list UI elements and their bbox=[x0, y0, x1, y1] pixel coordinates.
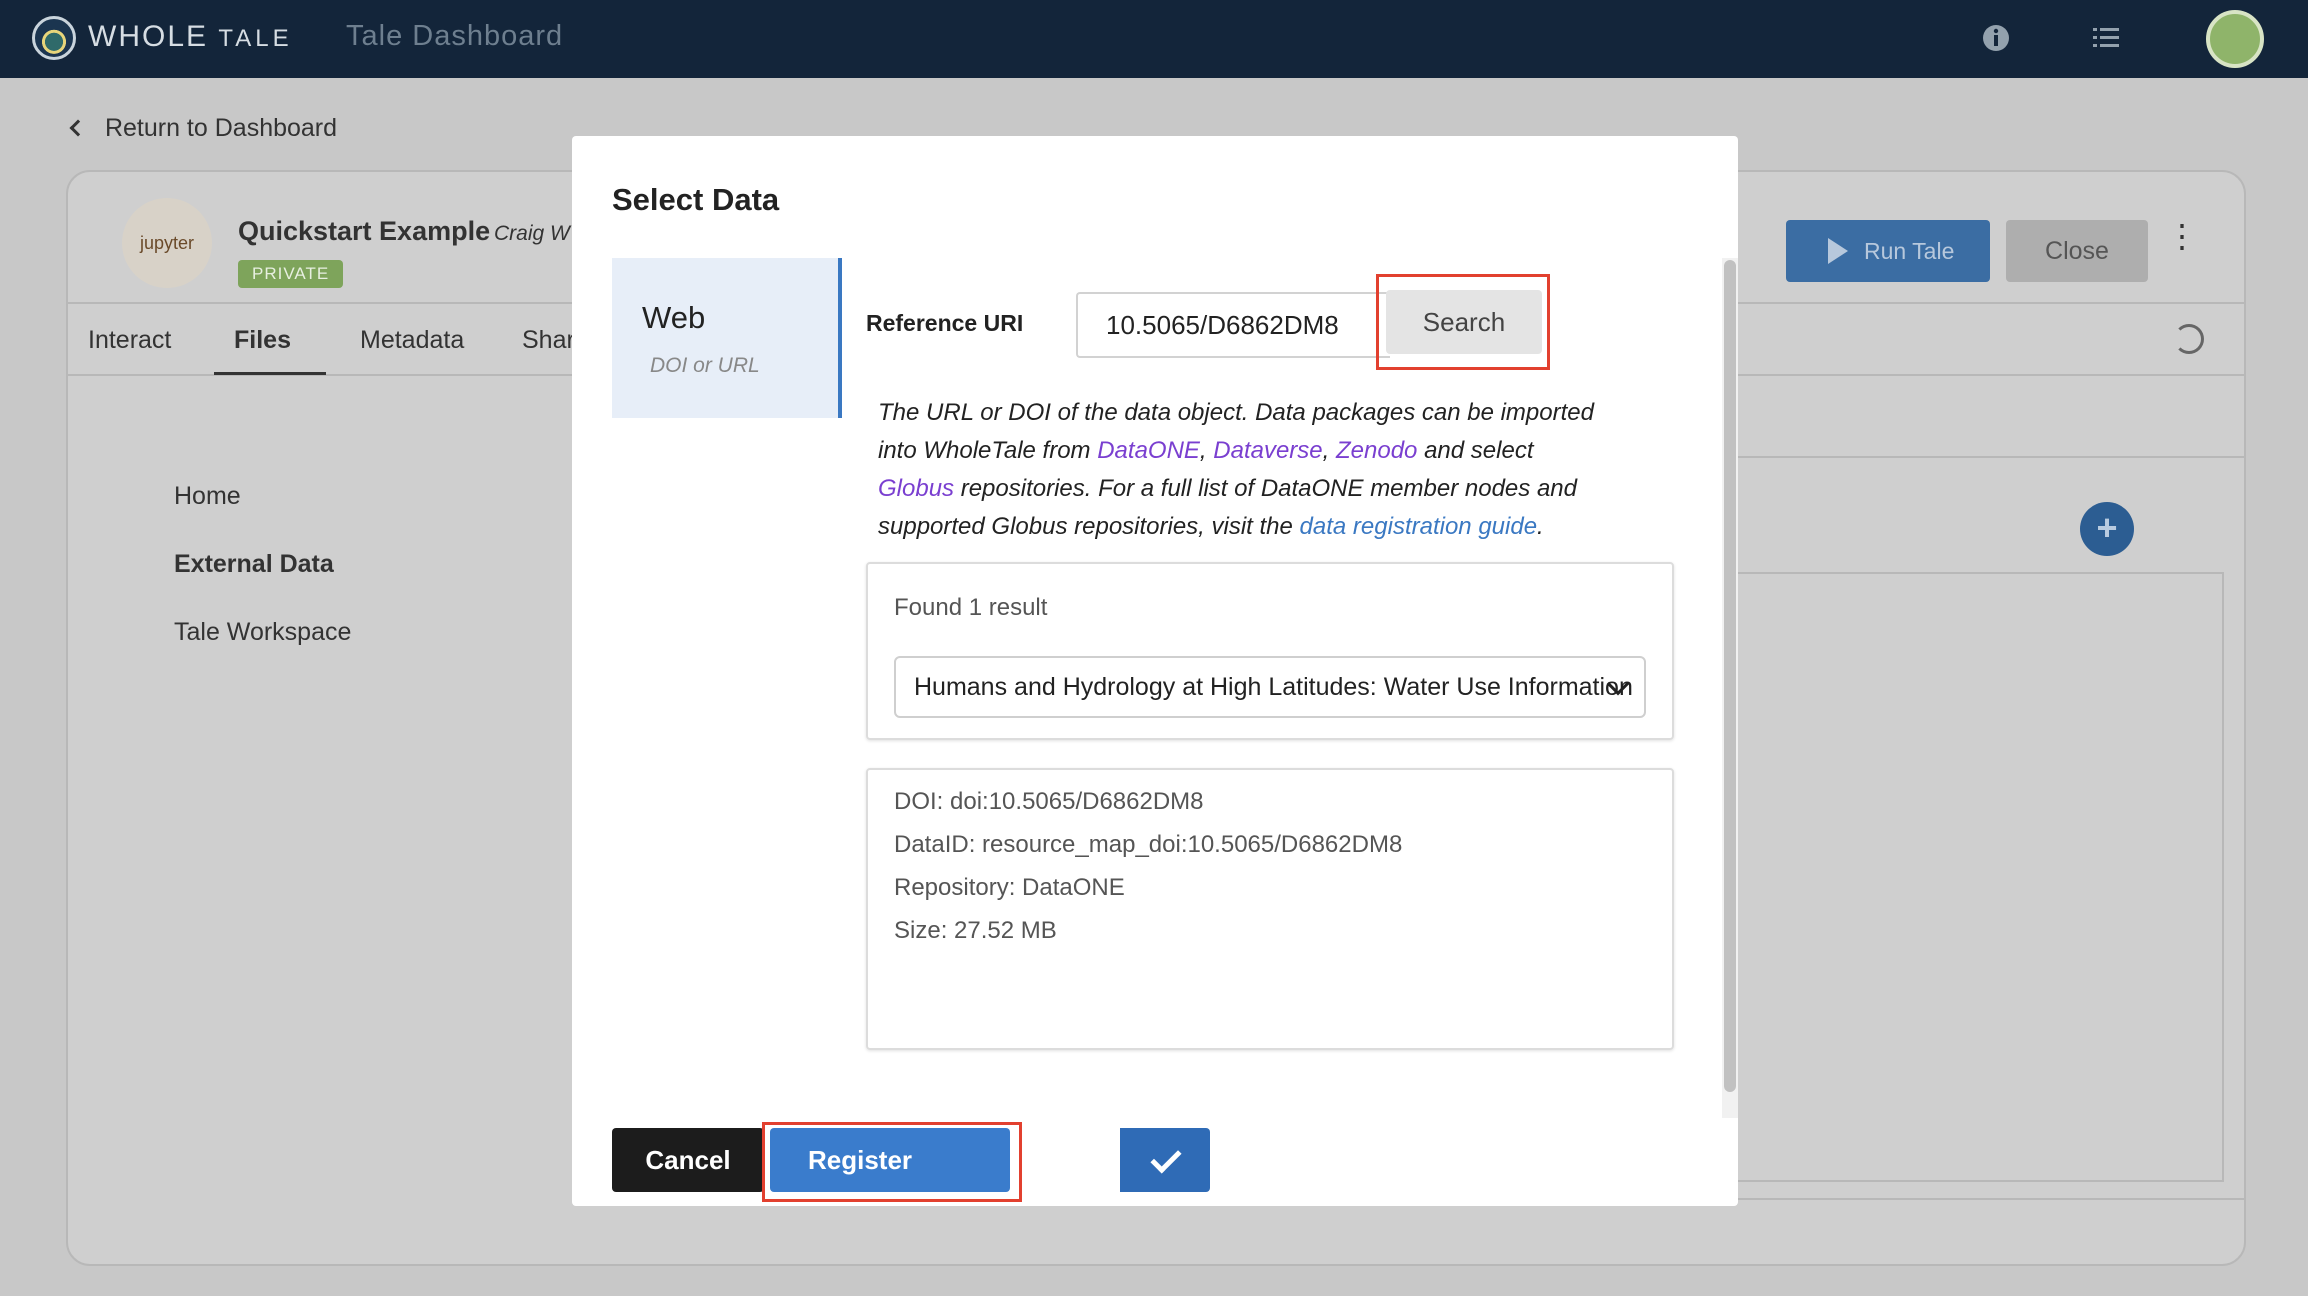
sidebar-item-tale-workspace[interactable]: Tale Workspace bbox=[174, 618, 351, 647]
brand-name[interactable]: WHOLE TALE bbox=[88, 20, 293, 54]
reference-uri-label: Reference URI bbox=[866, 310, 1024, 336]
modal-title: Select Data bbox=[612, 182, 780, 217]
select-data-modal: Select Data Web DOI or URL Reference URI… bbox=[572, 136, 1738, 1206]
tale-title: Quickstart Example bbox=[238, 216, 491, 246]
register-button[interactable]: Register bbox=[770, 1128, 1210, 1192]
source-tab-web[interactable]: Web DOI or URL bbox=[612, 258, 842, 418]
detail-data-id: DataID: resource_map_doi:10.5065/D6862DM… bbox=[894, 831, 1403, 858]
private-badge: PRIVATE bbox=[238, 260, 344, 288]
tale-author: Craig W bbox=[494, 222, 570, 245]
close-tale-button[interactable]: Close bbox=[2006, 220, 2148, 282]
selected-result-label: Humans and Hydrology at High Latitudes: … bbox=[914, 673, 1633, 701]
tab-interact[interactable]: Interact bbox=[88, 326, 171, 355]
task-list-icon[interactable] bbox=[2090, 22, 2122, 54]
tab-files[interactable]: Files bbox=[234, 326, 291, 355]
wholetale-logo-icon[interactable] bbox=[32, 16, 76, 60]
app-title: Tale Dashboard bbox=[346, 20, 564, 52]
files-panel-list bbox=[1718, 572, 2224, 1182]
description-text-2: and select bbox=[1417, 437, 1534, 464]
tab-metadata[interactable]: Metadata bbox=[360, 326, 464, 355]
result-details-box: DOI: doi:10.5065/D6862DM8 DataID: resour… bbox=[866, 768, 1674, 1050]
top-navbar: WHOLE TALE Tale Dashboard bbox=[0, 0, 2308, 78]
detail-doi: DOI: doi:10.5065/D6862DM8 bbox=[894, 788, 1204, 815]
sidebar-item-home[interactable]: Home bbox=[174, 482, 241, 511]
return-to-dashboard-link[interactable]: Return to Dashboard bbox=[69, 114, 338, 143]
reference-uri-input[interactable] bbox=[1076, 292, 1390, 358]
register-label: Register bbox=[808, 1144, 913, 1175]
history-icon[interactable] bbox=[2174, 324, 2204, 354]
source-tab-label: Web bbox=[642, 300, 706, 335]
description-sep-1: , bbox=[1199, 437, 1214, 464]
description-sep-2: , bbox=[1322, 437, 1336, 464]
dataone-link[interactable]: DataONE bbox=[1097, 437, 1200, 464]
source-tab-sublabel: DOI or URL bbox=[650, 354, 760, 377]
tab-share[interactable]: Shar bbox=[522, 326, 575, 355]
data-registration-guide-link[interactable]: data registration guide bbox=[1300, 513, 1538, 540]
user-avatar[interactable] bbox=[2206, 10, 2264, 68]
jupyter-logo: jupyter bbox=[122, 198, 212, 288]
search-results-box: Found 1 result Humans and Hydrology at H… bbox=[866, 562, 1674, 740]
globus-link[interactable]: Globus bbox=[878, 475, 954, 502]
active-tab-indicator bbox=[214, 372, 326, 375]
search-button[interactable]: Search bbox=[1386, 290, 1542, 354]
more-options-icon[interactable]: ⋮ bbox=[2166, 220, 2198, 252]
check-icon bbox=[1150, 1142, 1182, 1174]
results-count: Found 1 result bbox=[894, 594, 1048, 621]
detail-repository: Repository: DataONE bbox=[894, 874, 1125, 901]
result-select-dropdown[interactable]: Humans and Hydrology at High Latitudes: … bbox=[894, 656, 1646, 718]
zenodo-link[interactable]: Zenodo bbox=[1336, 437, 1417, 464]
sidebar-item-external-data[interactable]: External Data bbox=[174, 550, 334, 579]
return-label: Return to Dashboard bbox=[104, 114, 338, 142]
run-tale-label: Run Tale bbox=[1864, 238, 1955, 264]
dataverse-link[interactable]: Dataverse bbox=[1213, 437, 1322, 464]
chevron-left-icon bbox=[69, 119, 87, 137]
cancel-button[interactable]: Cancel bbox=[612, 1128, 764, 1192]
brand-tale: TALE bbox=[218, 25, 293, 52]
modal-scrollbar-thumb[interactable] bbox=[1724, 260, 1736, 1092]
detail-size: Size: 27.52 MB bbox=[894, 917, 1057, 944]
register-check-segment bbox=[1120, 1128, 1210, 1192]
description-text-4: . bbox=[1537, 513, 1544, 540]
add-data-plus-icon[interactable]: + bbox=[2080, 502, 2134, 556]
reference-description: The URL or DOI of the data object. Data … bbox=[878, 394, 1598, 546]
brand-whole: WHOLE bbox=[88, 20, 209, 53]
info-icon[interactable] bbox=[1980, 22, 2012, 54]
run-tale-button[interactable]: Run Tale bbox=[1786, 220, 1990, 282]
